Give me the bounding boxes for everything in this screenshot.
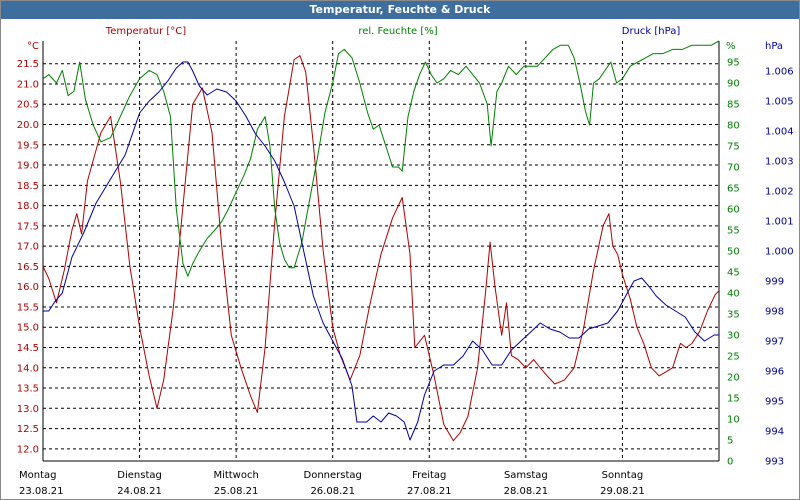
tick-label-temperature: 15.5 [17, 302, 39, 313]
tick-label-date: 29.08.21 [600, 486, 645, 497]
tick-label-pressure: 1.002 [765, 187, 794, 198]
tick-label-day: Donnerstag [304, 470, 362, 481]
tick-label-humidity: 35 [727, 310, 740, 321]
tick-label-humidity: 95 [727, 58, 740, 69]
tick-label-humidity: 15 [727, 394, 740, 405]
tick-label-temperature: 15.0 [17, 323, 39, 334]
tick-label-pressure: 1.005 [765, 97, 794, 108]
tick-label-pressure: 996 [765, 367, 784, 378]
tick-label-day: Samstag [504, 470, 548, 481]
grid-lines [43, 41, 719, 461]
tick-label-pressure: 1.004 [765, 127, 794, 138]
tick-label-pressure: 998 [765, 307, 784, 318]
tick-label-day: Sonntag [602, 470, 644, 481]
tick-label-humidity: 50 [727, 247, 740, 258]
unit-celsius: °C [27, 41, 39, 52]
tick-label-humidity: 20 [727, 373, 740, 384]
tick-label-humidity: 5 [727, 436, 733, 447]
series-lines [42, 40, 720, 442]
tick-label-humidity: 80 [727, 121, 740, 132]
unit-hpa: hPa [765, 41, 783, 52]
tick-label-humidity: 45 [727, 268, 740, 279]
legend-humidity: rel. Feuchte [%] [358, 26, 437, 37]
series-line-press [43, 61, 719, 441]
tick-label-pressure: 994 [765, 427, 784, 438]
tick-label-humidity: 40 [727, 289, 740, 300]
series-line-temp [42, 55, 720, 442]
tick-label-humidity: 90 [727, 79, 740, 90]
tick-label-temperature: 17.0 [17, 242, 39, 253]
tick-label-temperature: 17.5 [17, 221, 39, 232]
tick-label-temperature: 21.0 [17, 79, 39, 90]
chart-window: Temperatur, Feuchte & Druck 12.0 12.5 13.0… [0, 0, 800, 500]
tick-label-humidity: 60 [727, 205, 740, 216]
tick-label-pressure: 1.000 [765, 247, 794, 258]
legend-pressure: Druck [hPa] [622, 26, 681, 37]
tick-label-temperature: 18.0 [17, 201, 39, 212]
tick-label-temperature: 14.0 [17, 363, 39, 374]
tick-label-humidity: 10 [727, 415, 740, 426]
tick-label-temperature: 19.5 [17, 140, 39, 151]
tick-label-temperature: 21.5 [17, 59, 39, 70]
tick-label-humidity: 55 [727, 226, 740, 237]
tick-label-date: 28.08.21 [504, 486, 549, 497]
chart-canvas: 12.0 12.5 13.0 13.5 14.0 14.5 15.0 15.5 16.0 16.5… [17, 26, 794, 498]
tick-label-day: Freitag [412, 470, 446, 481]
tick-label-date: 25.08.21 [214, 486, 259, 497]
unit-percent: % [726, 41, 736, 52]
tick-label-temperature: 20.5 [17, 100, 39, 111]
tick-label-humidity: 30 [727, 331, 740, 342]
tick-label-temperature: 13.0 [17, 404, 39, 415]
tick-label-date: 27.08.21 [407, 486, 452, 497]
tick-label-humidity: 65 [727, 184, 740, 195]
tick-label-pressure: 993 [765, 457, 784, 468]
tick-label-temperature: 13.5 [17, 384, 39, 395]
tick-label-temperature: 12.5 [17, 424, 39, 435]
tick-label-pressure: 1.003 [765, 157, 794, 168]
tick-label-date: 24.08.21 [117, 486, 162, 497]
tick-label-humidity: 0 [727, 457, 733, 468]
tick-label-date: 26.08.21 [310, 486, 355, 497]
tick-label-temperature: 12.0 [17, 444, 39, 455]
tick-label-temperature: 16.0 [17, 282, 39, 293]
tick-label-temperature: 19.0 [17, 161, 39, 172]
tick-label-humidity: 75 [727, 142, 740, 153]
series-line-hum [42, 40, 720, 277]
tick-label-pressure: 999 [765, 277, 784, 288]
tick-label-day: Montag [19, 470, 56, 481]
tick-label-pressure: 997 [765, 337, 784, 348]
tick-label-humidity: 25 [727, 352, 740, 363]
tick-label-pressure: 1.006 [765, 67, 794, 78]
tick-label-temperature: 16.5 [17, 262, 39, 273]
tick-label-temperature: 18.5 [17, 181, 39, 192]
tick-label-humidity: 70 [727, 163, 740, 174]
tick-labels: 12.0 12.5 13.0 13.5 14.0 14.5 15.0 15.5 16.0 16.5… [17, 58, 794, 498]
tick-label-day: Mittwoch [213, 470, 258, 481]
tick-label-pressure: 995 [765, 397, 784, 408]
legend-temperature: Temperatur [°C] [105, 26, 186, 37]
tick-label-day: Dienstag [117, 470, 162, 481]
tick-label-temperature: 20.0 [17, 120, 39, 131]
tick-label-humidity: 85 [727, 100, 740, 111]
tick-label-date: 23.08.21 [19, 486, 64, 497]
tick-label-temperature: 14.5 [17, 343, 39, 354]
tick-label-pressure: 1.001 [765, 217, 794, 228]
